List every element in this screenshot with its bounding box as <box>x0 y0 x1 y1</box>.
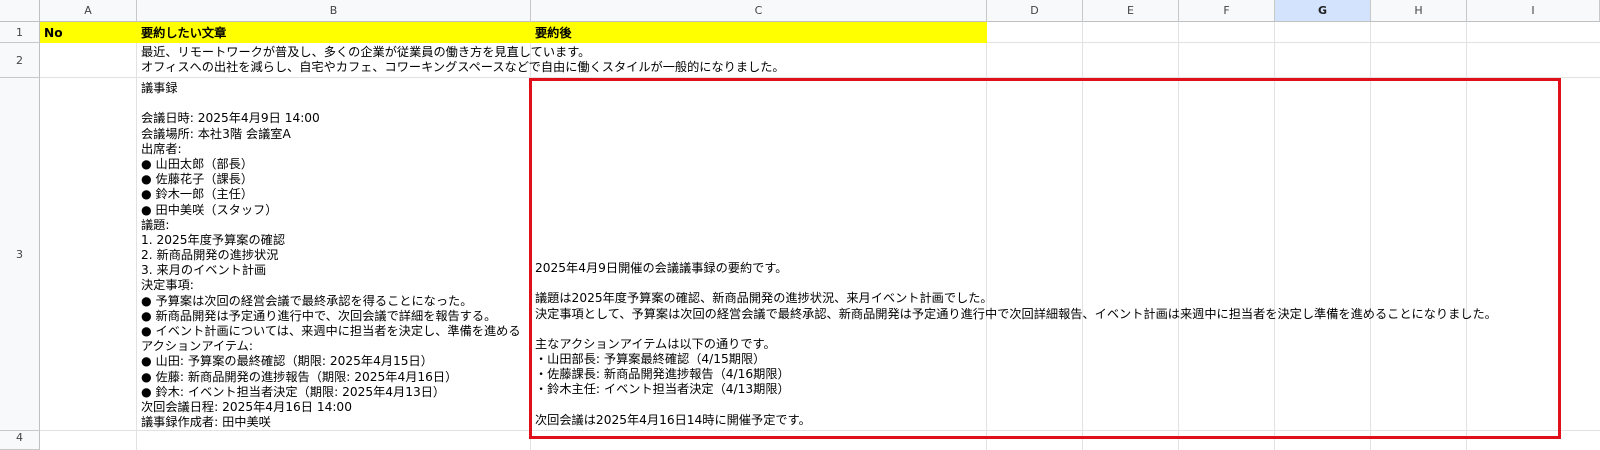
cell-text-line: ● 山田太郎（部長） <box>141 156 254 171</box>
cell-text-line <box>535 322 1554 337</box>
header-cell-no[interactable]: No <box>40 22 137 43</box>
row-header-4[interactable]: 4 <box>0 431 40 450</box>
cell-text-line: 次回会議は2025年4月16日14時に開催予定です。 <box>535 412 811 427</box>
column-header-e[interactable]: E <box>1083 0 1179 22</box>
column-header-b[interactable]: B <box>137 0 531 22</box>
cell-text-line <box>535 276 1554 291</box>
cell-text-line: ● イベント計画については、来週中に担当者を決定し、準備を進める <box>141 324 521 338</box>
spreadsheet-grid: A B C D E F G H I 1 2 3 4 No 要約したい文章 要約後… <box>0 0 1600 450</box>
cell-text-line: ● 新商品開発は予定通り進行中で、次回会議で詳細を報告する。 <box>141 308 497 323</box>
row-header-2[interactable]: 2 <box>0 43 40 78</box>
cell-text-line: 2. 新商品開発の進捗状況 <box>141 248 279 263</box>
cell-text-line: オフィスへの出社を減らし、自宅やカフェ、コワーキングスペースなどで自由に働くスタ… <box>141 60 785 75</box>
cell-text-line: 次回会議日程: 2025年4月16日 14:00 <box>141 399 352 414</box>
row-header-3[interactable]: 3 <box>0 78 40 431</box>
cell-text-line: 決定事項: <box>141 278 194 293</box>
cell-text-line: 会議場所: 本社3階 会議室A <box>141 126 291 141</box>
cell-text-line: ● 予算案は次回の経営会議で最終承認を得ることになった。 <box>141 293 473 308</box>
cell-text-line: アクションアイテム: <box>141 339 253 354</box>
header-cell-summary[interactable]: 要約後 <box>531 22 987 43</box>
cell-text-line: 議事録作成者: 田中美咲 <box>141 415 271 430</box>
cell-text-line: ● 鈴木一郎（主任） <box>141 187 254 202</box>
cell-text-line: ・佐藤課長: 新商品開発進捗報告（4/16期限） <box>535 367 790 382</box>
cell-text-line <box>141 96 526 111</box>
grid-line <box>40 430 1600 431</box>
cell-text-line: 決定事項として、予算案は次回の経営会議で最終承認、新商品開発は予定通り進行中で次… <box>535 306 1497 321</box>
cell-text-line: ・山田部長: 予算案最終確認（4/15期限） <box>535 352 766 367</box>
cell-text-line: 議題: <box>141 217 170 232</box>
cell-text-line: 議事録 <box>141 81 178 95</box>
column-header-d[interactable]: D <box>987 0 1083 22</box>
header-cell-source[interactable]: 要約したい文章 <box>137 22 531 43</box>
cell-text-line: ● 佐藤: 新商品開発の進捗報告（期限: 2025年4月16日） <box>141 369 458 384</box>
column-header-g[interactable]: G <box>1275 0 1371 22</box>
cell-text-line: ● 鈴木: イベント担当者決定（期限: 2025年4月13日） <box>141 384 446 399</box>
cell-text-line: 会議日時: 2025年4月9日 14:00 <box>141 111 320 126</box>
column-header-a[interactable]: A <box>40 0 137 22</box>
cell-text-line: ● 山田: 予算案の最終確認（期限: 2025年4月15日） <box>141 354 433 369</box>
column-header-h[interactable]: H <box>1371 0 1467 22</box>
cell-text-line: 主なアクションアイテムは以下の通りです。 <box>535 336 776 351</box>
cell-text-line: ・鈴木主任: イベント担当者決定（4/13期限） <box>535 382 790 397</box>
row-header-1[interactable]: 1 <box>0 22 40 43</box>
cell-text-line: ● 田中美咲（スタッフ） <box>141 202 278 217</box>
cell-text-line: 出席者: <box>141 141 182 156</box>
cell-c3[interactable]: 2025年4月9日開催の会議議事録の要約です。 議題は2025年度予算案の確認、… <box>531 79 1558 430</box>
cell-text-line: 最近、リモートワークが普及し、多くの企業が従業員の働き方を見直しています。 <box>141 45 591 59</box>
cell-text-line: 1. 2025年度予算案の確認 <box>141 232 286 247</box>
cell-text-line: 3. 来月のイベント計画 <box>141 263 267 278</box>
select-all-corner[interactable] <box>0 0 40 22</box>
cell-text-line: 2025年4月9日開催の会議議事録の要約です。 <box>535 260 788 275</box>
column-header-c[interactable]: C <box>531 0 987 22</box>
cell-text-line <box>535 398 1554 413</box>
column-header-f[interactable]: F <box>1179 0 1275 22</box>
cell-b2[interactable]: 最近、リモートワークが普及し、多くの企業が従業員の働き方を見直しています。 オフ… <box>137 44 987 78</box>
column-header-i[interactable]: I <box>1467 0 1600 22</box>
cell-b3[interactable]: 議事録 会議日時: 2025年4月9日 14:00 会議場所: 本社3階 会議室… <box>137 79 530 430</box>
cell-text-line: 議題は2025年度予算案の確認、新商品開発の進捗状況、来月イベント計画でした。 <box>535 291 993 306</box>
cell-text-line: ● 佐藤花子（課長） <box>141 172 254 187</box>
